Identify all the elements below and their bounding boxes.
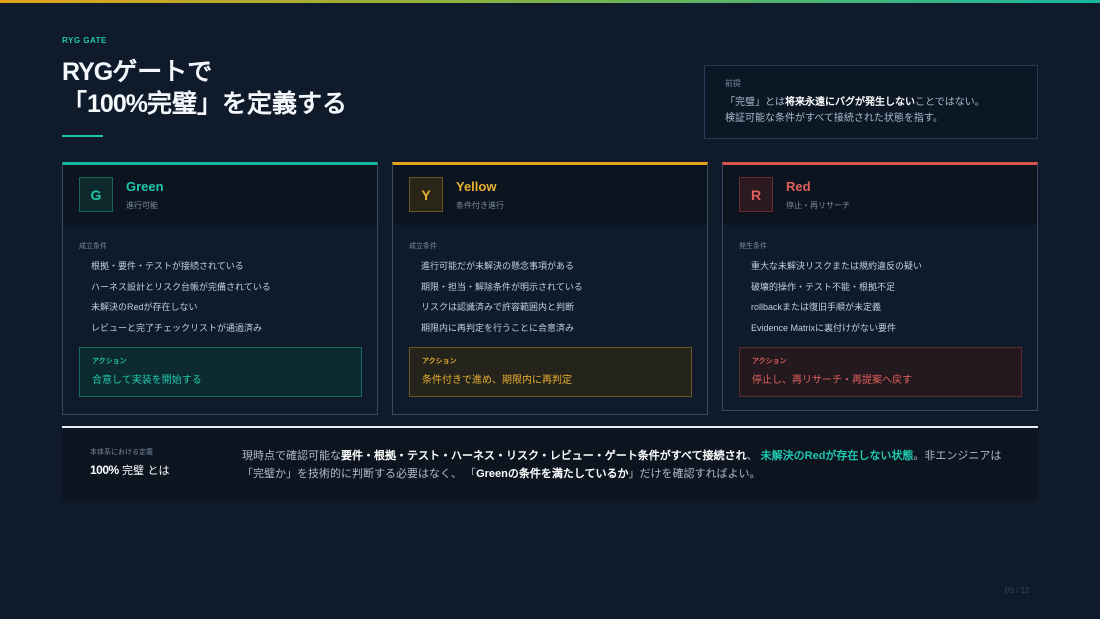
card-title: Yellow (456, 179, 497, 194)
action-box: アクション 条件付きで進め、期限内に再判定 (409, 347, 692, 397)
premise-post: ことではない。 (915, 97, 985, 108)
condition-item: 進行可能だが未解決の懸念事項がある (421, 261, 575, 271)
page-title: RYGゲートで 「100%完璧」を定義する (62, 56, 347, 120)
title-latin: RYG (62, 58, 113, 86)
condition-label: 成立条件 (79, 243, 107, 250)
card-header: R Red 停止・再リサーチ (723, 165, 1037, 225)
title-bracket: 「 (62, 89, 88, 118)
title-underline (62, 135, 103, 137)
action-text: 条件付きで進め、期限内に再判定 (422, 375, 572, 386)
definition-label: 本体系における定義 (90, 448, 153, 456)
condition-item: 根拠・要件・テストが接続されている (91, 261, 244, 271)
action-label: アクション (92, 358, 127, 365)
card-title: Green (126, 179, 164, 194)
page-number: 09 / 12 (1005, 586, 1030, 595)
condition-item: 重大な未解決リスクまたは規約違反の疑い (751, 261, 923, 271)
condition-label: 発生条件 (739, 243, 767, 250)
badge-r: R (739, 177, 773, 212)
condition-item: 期限・担当・解除条件が明示されている (421, 281, 583, 292)
card-subtitle: 条件付き進行 (456, 201, 504, 210)
definition-p3: 。非エンジニアは (913, 450, 1002, 462)
premise-bold: 将来永遠にバグが発生しない (785, 97, 915, 108)
condition-list: 進行可能だが未解決の懸念事項がある 期限・担当・解除条件が明示されている リスク… (421, 260, 583, 343)
card-red: R Red 停止・再リサーチ 発生条件 重大な未解決リスクまたは規約違反の疑い … (722, 162, 1038, 411)
premise-text: 「完璧」とは将来永遠にバグが発生しないことではない。 検証可能な条件がすべて接続… (725, 95, 1017, 127)
definition-head-bold: 100% (90, 463, 119, 477)
definition-p1: 現時点で確認可能な (242, 450, 341, 462)
card-header: G Green 進行可能 (63, 165, 377, 225)
condition-item: 期限内に再判定を行うことに合意済み (421, 323, 575, 334)
premise-line2: 検証可能な条件がすべて接続された状態を指す。 (725, 113, 943, 124)
card-yellow: Y Yellow 条件付き進行 成立条件 進行可能だが未解決の懸念事項がある 期… (392, 162, 708, 415)
definition-accent: 未解決のRedが存在しない状態 (760, 450, 914, 462)
condition-item: 未解決のRedが存在しない (91, 302, 198, 313)
condition-item: レビューと完了チェックリストが通過済み (91, 323, 263, 334)
action-box: アクション 停止し、再リサーチ・再提案へ戻す (739, 347, 1022, 397)
definition-head-rest: 完璧 とは (122, 464, 170, 477)
condition-list: 根拠・要件・テストが接続されている ハーネス設計とリスク台帳が完備されている 未… (91, 260, 271, 343)
title-line1: ゲートで (112, 57, 213, 86)
condition-list: 重大な未解決リスクまたは規約違反の疑い 破壊的操作・テスト不能・根拠不足 rol… (751, 260, 922, 343)
condition-item: Evidence Matrixに裏付けがない要件 (751, 323, 897, 334)
badge-y: Y (409, 177, 443, 212)
definition-text: 現時点で確認可能な要件・根拠・テスト・ハーネス・リスク・レビュー・ゲート条件がす… (242, 447, 1022, 483)
condition-item: rollbackまたは復旧手順が未定義 (751, 302, 882, 313)
definition-box: 本体系における定義 100% 完璧 とは 現時点で確認可能な要件・根拠・テスト・… (62, 426, 1038, 500)
action-box: アクション 合意して実装を開始する (79, 347, 362, 397)
premise-label: 前提 (725, 79, 741, 88)
action-text: 停止し、再リサーチ・再提案へ戻す (752, 375, 912, 386)
action-label: アクション (422, 358, 457, 365)
action-label: アクション (752, 358, 787, 365)
action-text: 合意して実装を開始する (92, 375, 202, 386)
definition-b1: 要件・根拠・テスト・ハーネス・リスク・レビュー・ゲート条件がすべて接続され (341, 450, 747, 462)
condition-label: 成立条件 (409, 243, 437, 250)
title-number: 100% (87, 90, 148, 118)
condition-item: リスクは認識済みで許容範囲内と判断 (421, 302, 575, 313)
card-title: Red (786, 179, 811, 194)
eyebrow-label: RYG GATE (62, 36, 107, 45)
title-line2: 完璧」を定義する (146, 89, 347, 118)
card-subtitle: 停止・再リサーチ (786, 201, 850, 210)
definition-p2: 、 (746, 450, 761, 462)
badge-g: G (79, 177, 113, 212)
card-header: Y Yellow 条件付き進行 (393, 165, 707, 225)
definition-p5: 」だけを確認すればよい。 (628, 468, 761, 480)
definition-p4: 「完璧か」を技術的に判断する必要はなく、 「 (242, 468, 477, 480)
premise-box: 前提 「完璧」とは将来永遠にバグが発生しないことではない。 検証可能な条件がすべ… (704, 65, 1038, 139)
premise-pre: 「完璧」とは (725, 97, 785, 108)
card-green: G Green 進行可能 成立条件 根拠・要件・テストが接続されている ハーネス… (62, 162, 378, 415)
top-accent-bar (0, 0, 1100, 3)
condition-item: ハーネス設計とリスク台帳が完備されている (91, 281, 271, 292)
definition-heading: 100% 完璧 とは (90, 462, 170, 478)
card-subtitle: 進行可能 (126, 201, 158, 210)
definition-b2: Greenの条件を満たしているか (476, 468, 629, 480)
condition-item: 破壊的操作・テスト不能・根拠不足 (751, 281, 896, 292)
